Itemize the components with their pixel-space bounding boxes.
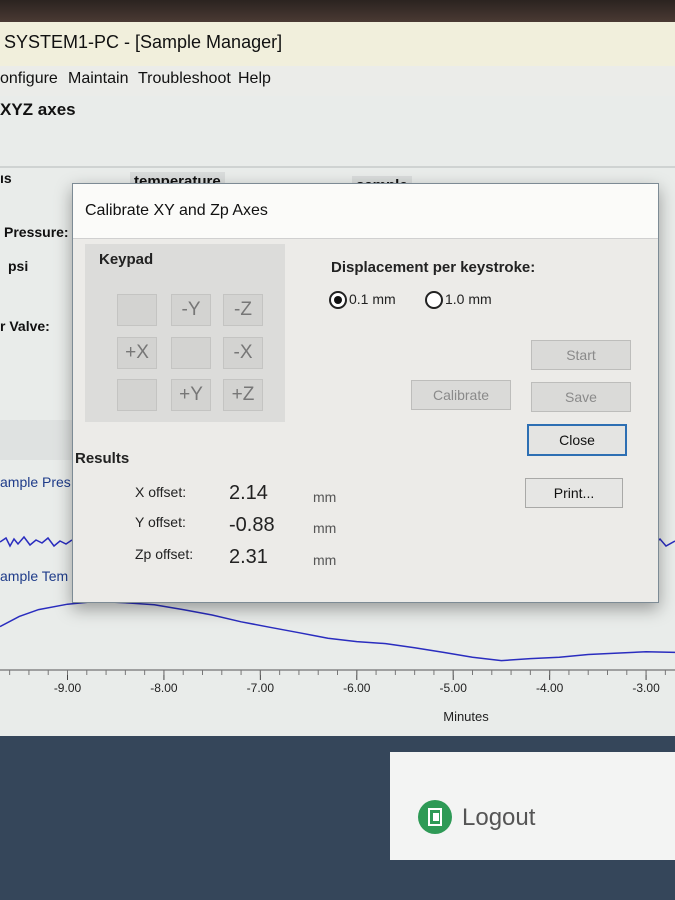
chart-x-tick-label: -7.00 bbox=[247, 681, 275, 695]
temperature-chart: -9.00 -8.00 -7.00 -6.00 -5.00 -4.00 -3.00 Minu… bbox=[0, 600, 675, 724]
keypad-plus-x-button[interactable]: +X bbox=[117, 337, 157, 369]
radio-1-0mm[interactable] bbox=[425, 291, 443, 309]
window-title: SYSTEM1-PC - [Sample Manager] bbox=[4, 32, 283, 52]
keypad-blank-button[interactable] bbox=[117, 294, 157, 326]
results-label: Results bbox=[75, 450, 130, 467]
displacement-label: Displacement per keystroke: bbox=[331, 259, 536, 276]
start-button[interactable]: Start bbox=[531, 340, 631, 370]
calibrate-dialog: Calibrate XY and Zp Axes Keypad -Y -Z +X… bbox=[72, 183, 659, 603]
y-offset-label: Y offset: bbox=[135, 514, 186, 530]
keypad-plus-y-button[interactable]: +Y bbox=[171, 379, 211, 411]
menu-maintain[interactable]: Maintain bbox=[68, 70, 128, 88]
window-titlebar: SYSTEM1-PC - [Sample Manager] bbox=[0, 22, 675, 66]
keypad-minus-y-button[interactable]: -Y bbox=[171, 294, 211, 326]
psi-label: psi bbox=[8, 258, 29, 274]
close-button[interactable]: Close bbox=[527, 424, 627, 456]
monitor-bezel bbox=[0, 0, 675, 22]
chart-x-tick-label: -5.00 bbox=[440, 681, 468, 695]
grid-cell bbox=[0, 420, 80, 460]
x-offset-unit: mm bbox=[313, 489, 337, 505]
radio-0-1mm-label: 0.1 mm bbox=[349, 291, 396, 307]
keypad-blank-button[interactable] bbox=[117, 379, 157, 411]
logout-label[interactable]: Logout bbox=[462, 804, 535, 832]
chart-x-axis-label: Minutes bbox=[443, 709, 489, 724]
radio-0-1mm[interactable] bbox=[329, 291, 347, 309]
zp-offset-value: 2.31 bbox=[229, 546, 268, 568]
x-offset-value: 2.14 bbox=[229, 482, 268, 504]
menu-bar: onfigure Maintain Troubleshoot Help bbox=[0, 66, 675, 96]
dialog-title: Calibrate XY and Zp Axes bbox=[85, 202, 268, 219]
column-header-status: ıs bbox=[0, 170, 12, 186]
radio-1-0mm-label: 1.0 mm bbox=[445, 291, 492, 307]
keypad-plus-z-button[interactable]: +Z bbox=[223, 379, 263, 411]
logout-icon[interactable] bbox=[418, 800, 452, 834]
chart-x-tick-label: -8.00 bbox=[150, 681, 178, 695]
menu-help[interactable]: Help bbox=[238, 70, 271, 88]
print-button[interactable]: Print... bbox=[525, 478, 623, 508]
page-subheader: XYZ axes bbox=[0, 100, 76, 119]
x-offset-label: X offset: bbox=[135, 484, 187, 500]
dialog-titlebar: Calibrate XY and Zp Axes bbox=[73, 184, 658, 239]
chart-x-tick-label: -4.00 bbox=[536, 681, 564, 695]
zp-offset-unit: mm bbox=[313, 552, 337, 568]
keypad-blank-button[interactable] bbox=[171, 337, 211, 369]
zp-offset-label: Zp offset: bbox=[135, 546, 194, 562]
pressure-label: Pressure: bbox=[4, 224, 69, 240]
keypad-label: Keypad bbox=[99, 251, 154, 268]
menu-troubleshoot[interactable]: Troubleshoot bbox=[138, 70, 231, 88]
chart-x-tick-label: -9.00 bbox=[54, 681, 82, 695]
grid-divider bbox=[0, 166, 675, 168]
save-button[interactable]: Save bbox=[531, 382, 631, 412]
chart-x-tick-label: -6.00 bbox=[343, 681, 371, 695]
chart-series-line bbox=[0, 600, 675, 662]
radio-selected-dot bbox=[334, 296, 342, 304]
menu-configure[interactable]: onfigure bbox=[0, 70, 58, 88]
valve-label: r Valve: bbox=[0, 318, 50, 334]
y-offset-value: -0.88 bbox=[229, 514, 275, 536]
chart-x-tick-label: -3.00 bbox=[632, 681, 660, 695]
pressure-trace-fragment-left bbox=[0, 535, 72, 548]
sample-temperature-trace-label: ample Tem bbox=[0, 568, 69, 584]
keypad-minus-x-button[interactable]: -X bbox=[223, 337, 263, 369]
calibrate-button[interactable]: Calibrate bbox=[411, 380, 511, 410]
keypad-minus-z-button[interactable]: -Z bbox=[223, 294, 263, 326]
y-offset-unit: mm bbox=[313, 520, 337, 536]
sample-pressure-trace-label: ample Pres bbox=[0, 474, 71, 490]
